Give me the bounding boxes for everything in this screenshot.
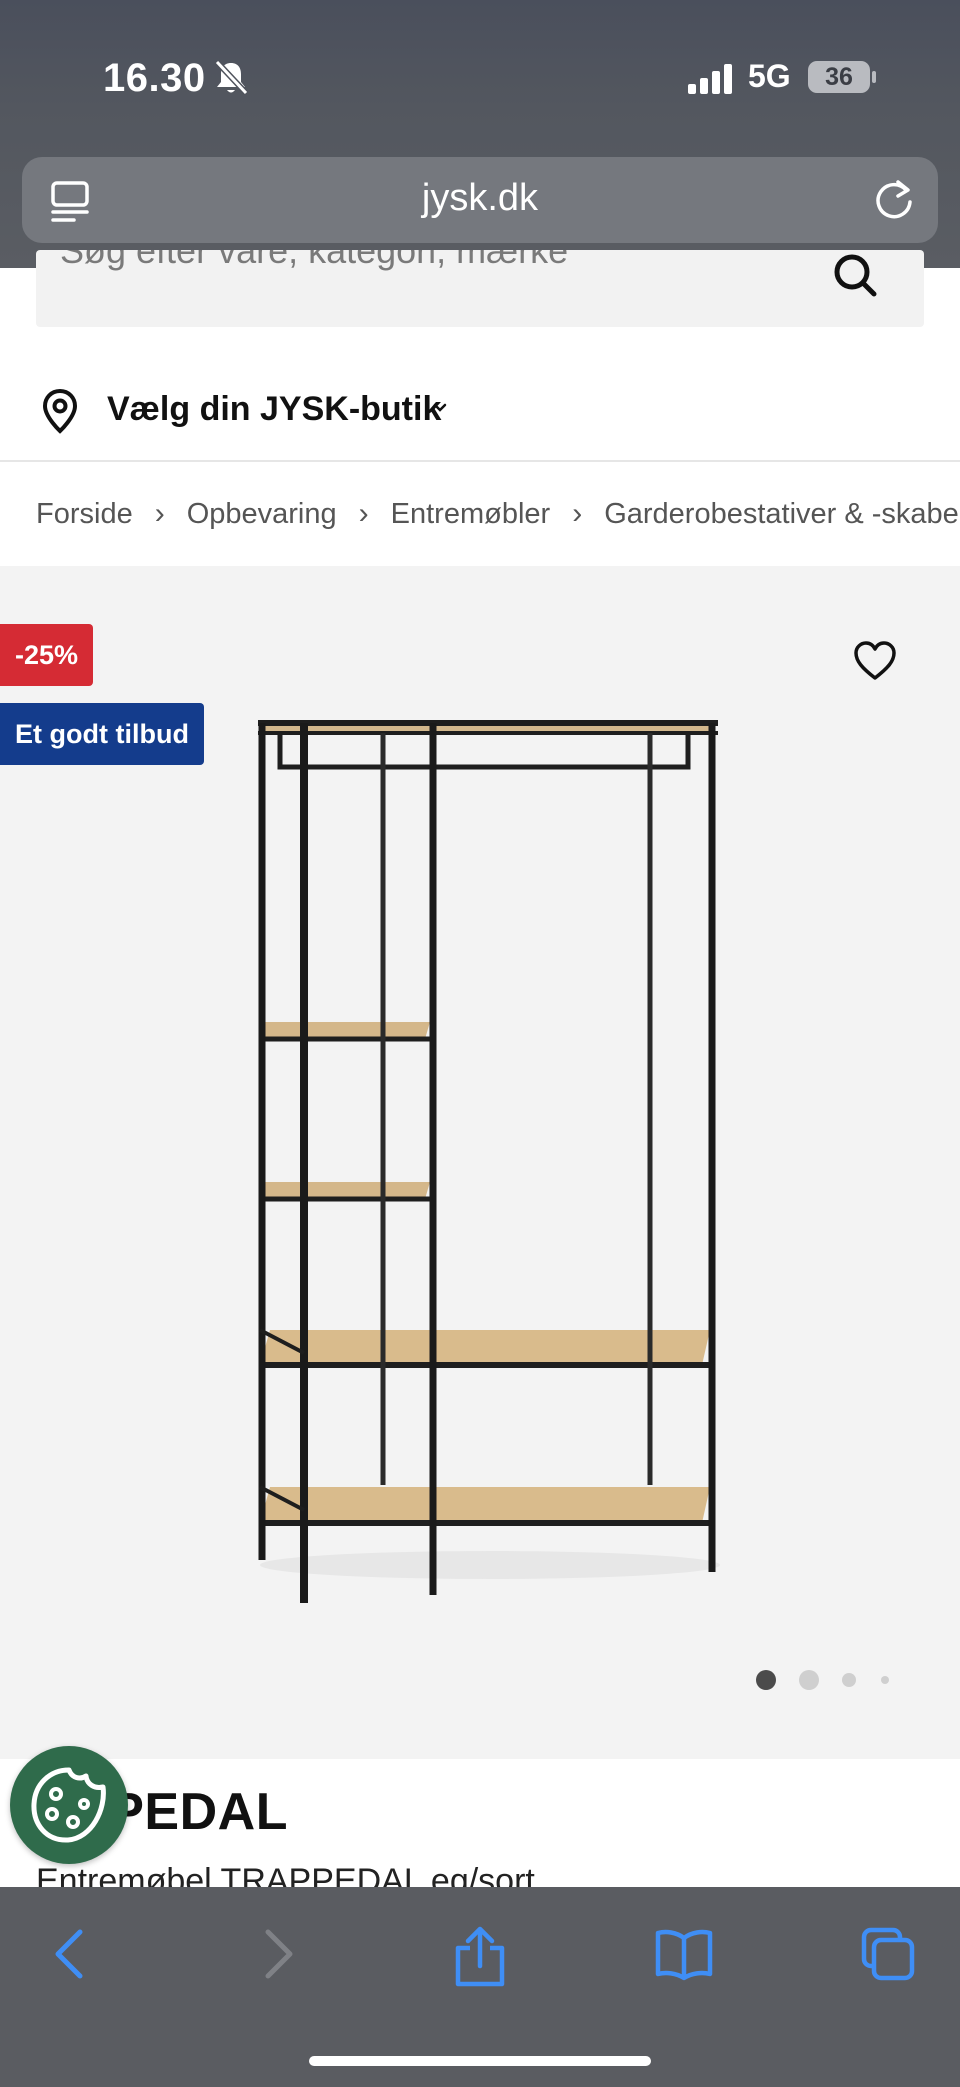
breadcrumb-home[interactable]: Forside <box>36 498 133 531</box>
store-selector-label[interactable]: Vælg din JYSK-butik <box>107 390 441 429</box>
breadcrumb-hallway-furniture[interactable]: Entremøbler <box>391 498 551 531</box>
signal-icon <box>688 64 732 94</box>
search-icon[interactable] <box>832 254 880 302</box>
breadcrumb-wardrobe-racks[interactable]: Garderobestativer & -skabe <box>604 498 959 531</box>
battery-level: 36 <box>825 63 853 91</box>
bookmarks-icon[interactable] <box>654 1926 714 1982</box>
divider <box>0 460 960 462</box>
product-image[interactable] <box>240 705 730 1615</box>
status-time: 16.30 <box>103 56 206 100</box>
discount-badge: -25% <box>0 624 94 686</box>
chevron-right-icon: › <box>358 497 369 531</box>
cookie-icon[interactable] <box>28 1764 110 1846</box>
back-icon[interactable] <box>50 1926 90 1982</box>
reload-icon[interactable] <box>872 178 916 222</box>
gallery-pagination[interactable] <box>745 1668 895 1692</box>
search-input[interactable] <box>60 250 820 272</box>
share-icon[interactable] <box>452 1926 508 1988</box>
search-box[interactable] <box>36 250 924 327</box>
chevron-right-icon: › <box>154 497 165 531</box>
chevron-right-icon: › <box>572 497 583 531</box>
battery-cap <box>872 71 876 83</box>
bell-slash-icon <box>214 59 249 96</box>
address-url[interactable]: jysk.dk <box>0 177 960 220</box>
chevron-down-icon[interactable] <box>432 402 448 414</box>
network-type: 5G <box>748 58 791 94</box>
forward-icon[interactable] <box>258 1926 298 1982</box>
breadcrumb: Forside › Opbevaring › Entremøbler › Garderobe… <box>36 497 960 537</box>
offer-badge: Et godt tilbud <box>0 703 204 765</box>
breadcrumb-storage[interactable]: Opbevaring <box>187 498 337 531</box>
home-indicator[interactable] <box>309 2056 651 2066</box>
location-pin-icon <box>42 388 78 434</box>
tabs-overview-icon[interactable] <box>860 1926 916 1982</box>
heart-icon[interactable] <box>852 640 898 682</box>
